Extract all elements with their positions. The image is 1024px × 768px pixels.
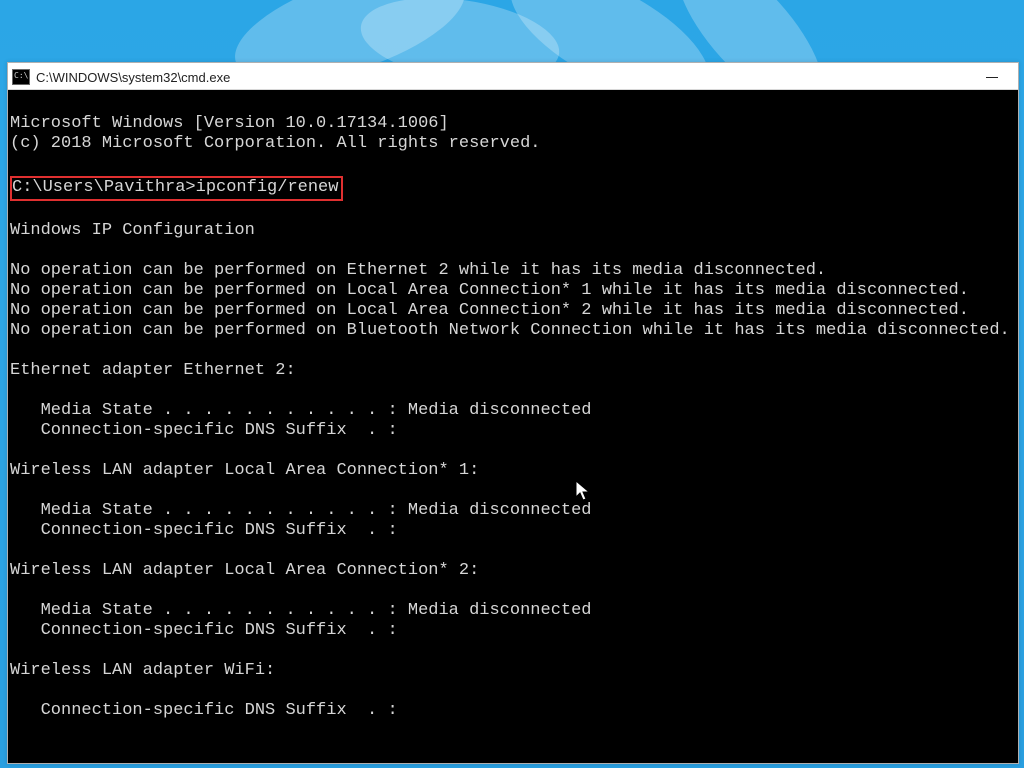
- terminal-line: Media State . . . . . . . . . . . : Medi…: [10, 401, 592, 420]
- window-minimize-button[interactable]: [970, 66, 1014, 88]
- terminal-line: No operation can be performed on Local A…: [10, 281, 969, 300]
- window-titlebar[interactable]: C:\WINDOWS\system32\cmd.exe: [8, 63, 1018, 90]
- terminal-line: Connection-specific DNS Suffix . :: [10, 421, 398, 440]
- terminal-line: Microsoft Windows [Version 10.0.17134.10…: [10, 114, 449, 133]
- terminal-line: Connection-specific DNS Suffix . :: [10, 521, 398, 540]
- terminal-line: Ethernet adapter Ethernet 2:: [10, 361, 296, 380]
- terminal-line: No operation can be performed on Etherne…: [10, 261, 826, 280]
- terminal-output[interactable]: Microsoft Windows [Version 10.0.17134.10…: [8, 90, 1018, 763]
- terminal-line: (c) 2018 Microsoft Corporation. All righ…: [10, 134, 541, 153]
- window-title: C:\WINDOWS\system32\cmd.exe: [36, 70, 970, 85]
- terminal-line: No operation can be performed on Bluetoo…: [10, 321, 1010, 340]
- terminal-line: Connection-specific DNS Suffix . :: [10, 701, 398, 720]
- terminal-line: Wireless LAN adapter Local Area Connecti…: [10, 461, 479, 480]
- terminal-line: Media State . . . . . . . . . . . : Medi…: [10, 601, 592, 620]
- command-highlight: C:\Users\Pavithra>ipconfig/renew: [10, 176, 343, 201]
- terminal-line: Media State . . . . . . . . . . . : Medi…: [10, 501, 592, 520]
- terminal-line: Windows IP Configuration: [10, 221, 255, 240]
- terminal-line: No operation can be performed on Local A…: [10, 301, 969, 320]
- terminal-line: Connection-specific DNS Suffix . :: [10, 621, 398, 640]
- cmd-icon: [12, 69, 30, 85]
- cmd-window: C:\WINDOWS\system32\cmd.exe Microsoft Wi…: [7, 62, 1019, 764]
- desktop-background: C:\WINDOWS\system32\cmd.exe Microsoft Wi…: [0, 0, 1024, 768]
- terminal-line: Wireless LAN adapter WiFi:: [10, 661, 275, 680]
- prompt-and-command: C:\Users\Pavithra>ipconfig/renew: [12, 178, 338, 197]
- terminal-line: Wireless LAN adapter Local Area Connecti…: [10, 561, 479, 580]
